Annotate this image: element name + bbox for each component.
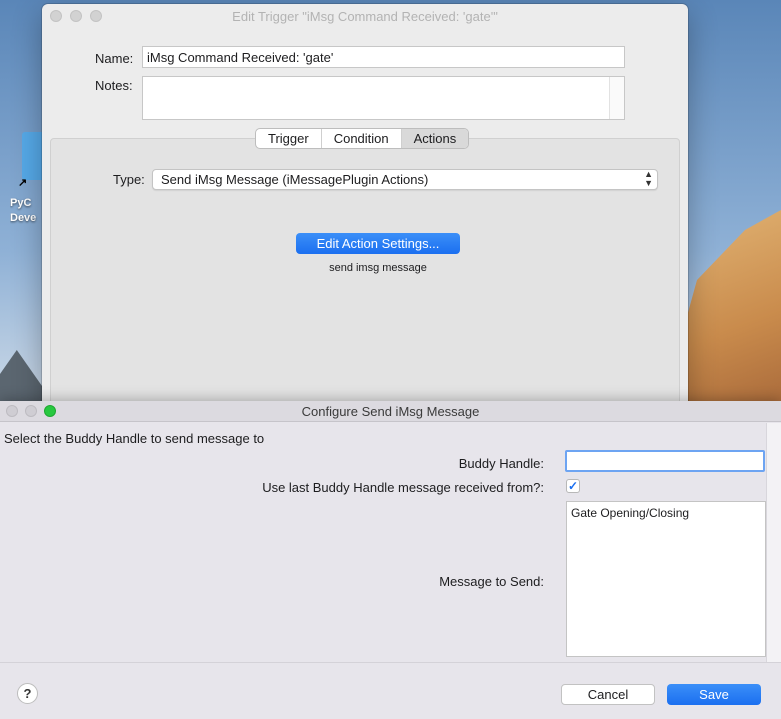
alias-arrow-icon: ↗: [18, 177, 28, 189]
desktop-folder-icon[interactable]: [22, 132, 44, 180]
window-controls: [50, 10, 102, 22]
configure-dialog: Configure Send iMsg Message Select the B…: [0, 401, 781, 719]
type-select-value: Send iMsg Message (iMessagePlugin Action…: [161, 172, 429, 187]
dialog-zoom-button[interactable]: [44, 405, 56, 417]
action-description: send imsg message: [329, 262, 427, 274]
window-title: Edit Trigger "iMsg Command Received: 'ga…: [232, 8, 498, 24]
dialog-scrollbar[interactable]: [766, 423, 781, 662]
select-arrows-icon: ▲ ▼: [644, 169, 653, 188]
dialog-close-button[interactable]: [6, 405, 18, 417]
dialog-title: Configure Send iMsg Message: [301, 404, 480, 419]
tab-actions[interactable]: Actions: [401, 129, 469, 148]
notes-scrollbar[interactable]: [609, 77, 624, 119]
cancel-button[interactable]: Cancel: [561, 684, 655, 705]
title-bar[interactable]: Edit Trigger "iMsg Command Received: 'ga…: [42, 4, 688, 28]
buddy-handle-label: Buddy Handle:: [458, 456, 544, 471]
dialog-minimize-button[interactable]: [25, 405, 37, 417]
checkmark-icon: ✓: [567, 479, 579, 493]
tab-panel: Type: Send iMsg Message (iMessagePlugin …: [50, 138, 680, 424]
dialog-title-bar[interactable]: Configure Send iMsg Message: [0, 401, 781, 422]
dialog-window-controls: [6, 405, 56, 417]
notes-field[interactable]: [142, 76, 625, 120]
message-to-send-label: Message to Send:: [439, 574, 544, 589]
name-label: Name:: [95, 51, 134, 66]
tab-trigger[interactable]: Trigger: [256, 129, 322, 148]
zoom-button[interactable]: [90, 10, 102, 22]
buddy-handle-input[interactable]: [565, 450, 765, 472]
dialog-footer: ? Cancel Save: [0, 662, 781, 719]
dialog-body: Select the Buddy Handle to send message …: [0, 423, 766, 662]
edit-action-settings-button[interactable]: Edit Action Settings...: [296, 233, 460, 254]
edit-trigger-window: Edit Trigger "iMsg Command Received: 'ga…: [42, 4, 688, 424]
close-button[interactable]: [50, 10, 62, 22]
type-label: Type:: [113, 172, 145, 187]
tab-condition[interactable]: Condition: [322, 129, 402, 148]
section-title: Select the Buddy Handle to send message …: [4, 431, 265, 446]
name-field[interactable]: iMsg Command Received: 'gate': [142, 46, 625, 68]
save-button[interactable]: Save: [667, 684, 761, 705]
use-last-buddy-checkbox[interactable]: ✓: [566, 479, 580, 493]
type-select[interactable]: Send iMsg Message (iMessagePlugin Action…: [152, 169, 658, 190]
message-to-send-textarea[interactable]: Gate Opening/Closing: [566, 501, 766, 657]
notes-label: Notes:: [95, 78, 133, 93]
use-last-buddy-label: Use last Buddy Handle message received f…: [262, 480, 544, 495]
minimize-button[interactable]: [70, 10, 82, 22]
tab-bar: Trigger Condition Actions: [255, 128, 470, 149]
help-button[interactable]: ?: [17, 683, 38, 704]
